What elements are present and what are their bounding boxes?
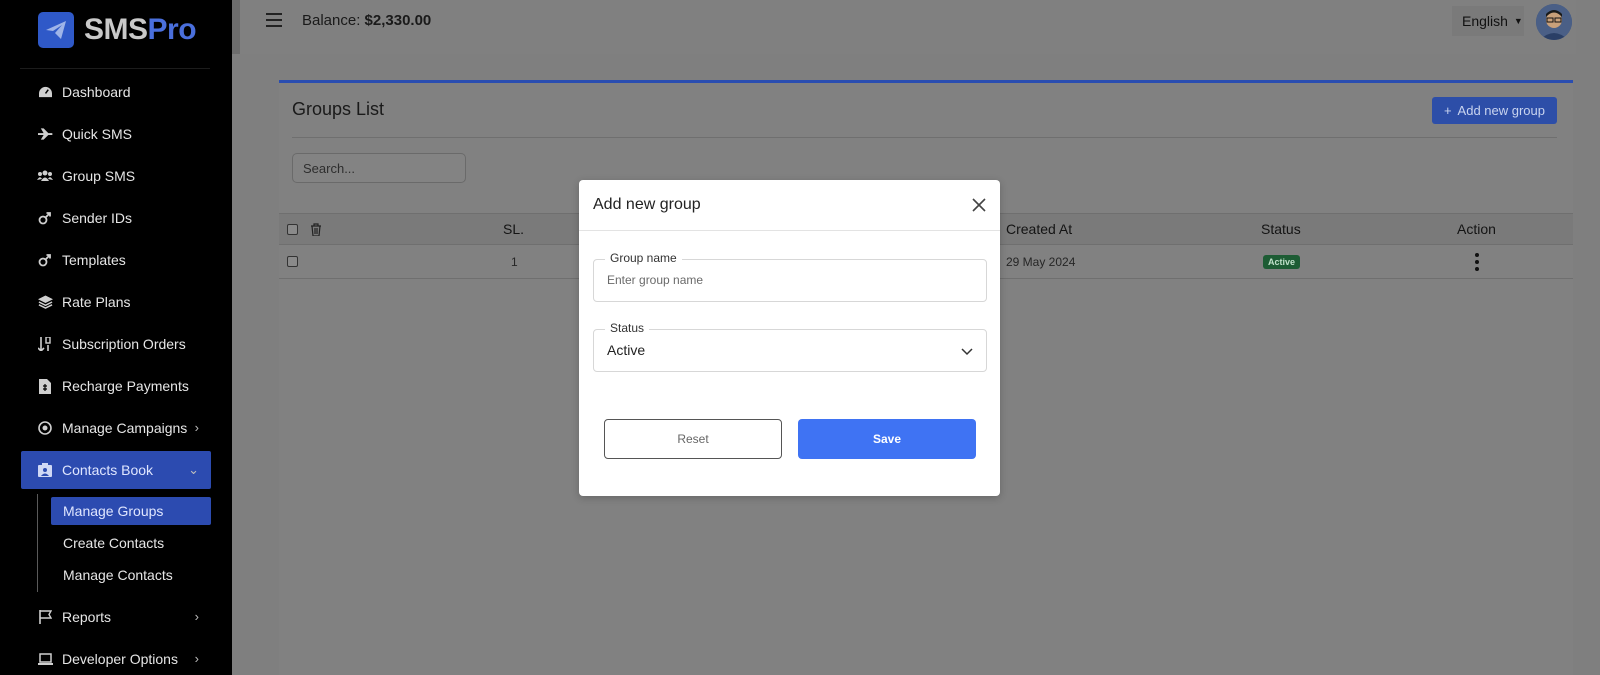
- sidebar-item-label: Dashboard: [62, 84, 131, 100]
- save-label: Save: [872, 432, 902, 446]
- invoice-icon: [37, 378, 53, 394]
- sidebar-item-manage-campaigns[interactable]: Manage Campaigns ›: [21, 409, 211, 447]
- reset-label: Reset: [677, 432, 709, 446]
- modal-header: Add new group: [579, 180, 1000, 231]
- group-name-label: Group name: [605, 251, 682, 265]
- reset-button[interactable]: Reset: [604, 419, 782, 459]
- mars-icon: [37, 252, 53, 268]
- close-icon[interactable]: [970, 196, 988, 214]
- kebab-menu-icon: [1475, 252, 1479, 271]
- sidebar-item-label: Developer Options: [62, 651, 178, 667]
- laptop-icon: [37, 651, 53, 667]
- account-balance: Balance: $2,330.00: [302, 12, 431, 29]
- status-badge: Active: [1263, 254, 1301, 269]
- sidebar-item-group-sms[interactable]: Group SMS: [21, 157, 211, 195]
- logo-text-sms: SMS: [84, 13, 148, 46]
- sidebar-item-label: Reports: [62, 609, 112, 625]
- sidebar-item-label: Recharge Payments: [62, 378, 189, 394]
- balance-label: Balance:: [302, 12, 361, 29]
- row-sl: 1: [511, 254, 518, 269]
- sidebar-subitem-label: Manage Groups: [63, 503, 164, 519]
- sidebar-item-contacts-book[interactable]: Contacts Book ⌄: [21, 451, 211, 489]
- language-selector[interactable]: English ▼: [1452, 6, 1524, 36]
- row-checkbox[interactable]: [287, 256, 298, 267]
- sidebar-item-rate-plans[interactable]: Rate Plans: [21, 283, 211, 321]
- sidebar-subitem-manage-contacts[interactable]: Manage Contacts: [51, 561, 211, 589]
- sidebar-item-label: Contacts Book: [62, 462, 154, 478]
- sidebar-item-templates[interactable]: Templates: [21, 241, 211, 279]
- page-scrollbar[interactable]: [1576, 0, 1600, 675]
- mars-icon: [37, 210, 53, 226]
- sidebar-item-label: Manage Campaigns: [62, 420, 188, 436]
- user-avatar[interactable]: [1536, 4, 1572, 40]
- sidebar-item-label: Quick SMS: [62, 126, 133, 142]
- select-all-checkbox[interactable]: [287, 223, 298, 235]
- row-actions-menu[interactable]: [1475, 245, 1479, 278]
- sidebar-divider: [20, 68, 210, 69]
- chevron-down-icon: [961, 348, 973, 356]
- chevron-right-icon: ›: [194, 609, 199, 624]
- chevron-right-icon: ›: [194, 420, 199, 435]
- sidebar-item-label: Rate Plans: [62, 294, 131, 310]
- contacts-icon: [37, 462, 53, 478]
- caret-down-icon: ▼: [1513, 16, 1523, 26]
- column-header-sl: SL.: [503, 221, 525, 237]
- layers-icon: [37, 294, 53, 310]
- sidebar-item-sender-ids[interactable]: Sender IDs: [21, 199, 211, 237]
- chevron-right-icon: ›: [194, 651, 199, 666]
- group-name-field: Group name: [593, 251, 987, 302]
- add-group-modal: Add new group Group name Status Active R…: [579, 180, 1000, 496]
- add-new-group-label: Add new group: [1457, 103, 1545, 118]
- add-new-group-button[interactable]: + Add new group: [1431, 97, 1557, 124]
- logo-text: SMSPro: [84, 13, 197, 47]
- sidebar-item-label: Templates: [62, 252, 126, 268]
- sidebar-item-label: Group SMS: [62, 168, 136, 184]
- logo-text-pro: Pro: [147, 13, 197, 46]
- language-label: English: [1462, 13, 1508, 29]
- sidebar-item-subscription-orders[interactable]: Subscription Orders: [21, 325, 211, 363]
- app-logo[interactable]: SMSPro: [38, 10, 197, 50]
- status-selected-value: Active: [607, 342, 646, 358]
- sidebar-item-quick-sms[interactable]: Quick SMS: [21, 115, 211, 153]
- modal-title: Add new group: [593, 196, 701, 213]
- sort-numeric-icon: [37, 336, 53, 352]
- status-label: Status: [605, 321, 650, 335]
- card-divider: [292, 137, 1557, 138]
- sidebar-subitem-label: Create Contacts: [63, 535, 165, 551]
- sidebar-item-label: Subscription Orders: [62, 336, 186, 352]
- sidebar: SMSPro Dashboard Quick SMS Group SMS Sen…: [0, 0, 232, 675]
- column-header-action: Action: [1457, 221, 1496, 237]
- balance-value: $2,330.00: [364, 12, 432, 29]
- save-button[interactable]: Save: [798, 419, 976, 459]
- hamburger-menu-icon[interactable]: [266, 13, 282, 27]
- sidebar-item-label: Sender IDs: [62, 210, 133, 226]
- search-input[interactable]: [292, 153, 466, 183]
- row-created-at: 29 May 2024: [1006, 254, 1076, 269]
- submenu-guide-line: [37, 494, 38, 592]
- plane-icon: [37, 126, 53, 142]
- sidebar-subitem-label: Manage Contacts: [63, 567, 173, 583]
- sidebar-subitem-create-contacts[interactable]: Create Contacts: [51, 529, 211, 557]
- sidebar-subitem-manage-groups[interactable]: Manage Groups: [51, 497, 211, 525]
- sidebar-item-dashboard[interactable]: Dashboard: [21, 73, 211, 111]
- trash-icon[interactable]: [310, 214, 322, 244]
- chevron-down-icon: ⌄: [188, 462, 199, 477]
- plus-icon: +: [1443, 103, 1452, 118]
- topbar: Balance: $2,330.00 English ▼: [232, 0, 1576, 54]
- group-name-input[interactable]: [607, 273, 967, 287]
- flag-icon: [37, 609, 53, 625]
- sidebar-item-developer-options[interactable]: Developer Options ›: [21, 640, 211, 675]
- page-title: Groups List: [292, 99, 385, 119]
- column-header-created-at: Created At: [1006, 221, 1073, 237]
- column-header-status: Status: [1261, 221, 1301, 237]
- dashboard-icon: [37, 84, 53, 100]
- campaign-icon: [37, 420, 53, 436]
- sidebar-item-reports[interactable]: Reports ›: [21, 598, 211, 636]
- users-icon: [37, 168, 53, 184]
- paper-plane-icon: [38, 12, 74, 48]
- sidebar-item-recharge-payments[interactable]: Recharge Payments: [21, 367, 211, 405]
- status-select[interactable]: Status Active: [593, 321, 987, 372]
